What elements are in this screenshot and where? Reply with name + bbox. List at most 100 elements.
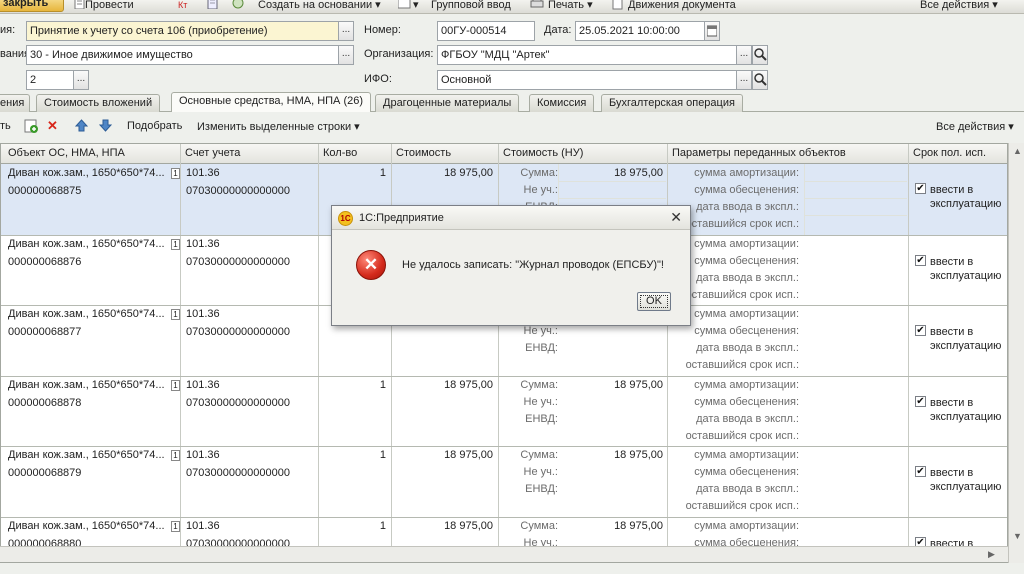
tab-precious-materials[interactable]: Драгоценные материалы bbox=[375, 94, 520, 112]
tab-partial[interactable]: ения bbox=[0, 94, 30, 112]
row-envd-label: ЕНВД: bbox=[525, 342, 558, 354]
row-account: 101.36 bbox=[186, 379, 220, 391]
row-object-name: Диван кож.зам., 1650*650*74... bbox=[8, 308, 165, 320]
tab-investment-cost[interactable]: Стоимость вложений bbox=[36, 94, 161, 112]
document-movements-button[interactable]: Движения документа bbox=[628, 0, 736, 13]
col-cost-nu[interactable]: Стоимость (НУ) bbox=[503, 147, 583, 159]
row-mark: 1 bbox=[171, 450, 180, 461]
row-date-in-label: дата ввода в экспл.: bbox=[696, 483, 799, 495]
commission-checkbox[interactable]: ✔ bbox=[915, 396, 926, 407]
calendar-icon[interactable] bbox=[704, 21, 720, 41]
dialog-titlebar: 1С 1С:Предприятие ✕ bbox=[332, 206, 690, 230]
count-select-button[interactable]: ... bbox=[73, 70, 89, 90]
row-object-name: Диван кож.зам., 1650*650*74... bbox=[8, 449, 165, 461]
scroll-up-icon[interactable]: ▲ bbox=[1013, 146, 1022, 156]
app-logo-icon: 1С bbox=[338, 211, 353, 226]
row-qty: 1 bbox=[379, 167, 386, 179]
row-amort-label: сумма амортизации: bbox=[694, 379, 799, 391]
scroll-down-icon[interactable]: ▼ bbox=[1013, 531, 1022, 541]
operation-select-button[interactable]: ... bbox=[338, 21, 354, 41]
vertical-scrollbar[interactable]: ▲ ▼ bbox=[1008, 143, 1024, 563]
close-icon[interactable]: ✕ bbox=[670, 210, 682, 224]
group-entry-button[interactable]: Групповой ввод bbox=[431, 0, 511, 13]
number-field[interactable]: 00ГУ-000514 bbox=[437, 21, 535, 41]
move-up-icon[interactable] bbox=[74, 119, 89, 135]
commission-checkbox[interactable]: ✔ bbox=[915, 325, 926, 336]
row-mark: 1 bbox=[171, 239, 180, 250]
commission-label-2: эксплуатацию bbox=[930, 198, 1002, 210]
row-cost: 18 975,00 bbox=[444, 167, 493, 179]
row-cost: 18 975,00 bbox=[444, 520, 493, 532]
organization-select-button[interactable]: ... bbox=[736, 45, 752, 65]
organization-search-icon[interactable] bbox=[752, 45, 768, 65]
row-qty: 1 bbox=[379, 449, 386, 461]
delete-icon[interactable]: ✕ bbox=[47, 119, 58, 132]
commission-checkbox[interactable]: ✔ bbox=[915, 183, 926, 194]
report-icon[interactable] bbox=[207, 0, 219, 10]
all-actions-button[interactable]: Все действия ▾ bbox=[920, 0, 998, 13]
row-mark: 1 bbox=[171, 521, 180, 532]
organization-field[interactable]: ФГБОУ "МДЦ "Артек" bbox=[437, 45, 737, 65]
count-field[interactable]: 2 bbox=[26, 70, 74, 90]
error-dialog: 1С 1С:Предприятие ✕ ✕ Не удалось записат… bbox=[331, 205, 691, 326]
row-amort-label: сумма амортизации: bbox=[694, 520, 799, 532]
add-button-partial[interactable]: ть bbox=[0, 120, 11, 132]
create-based-on-button[interactable]: Создать на основании ▾ bbox=[258, 0, 381, 13]
dt-kt-icon[interactable]: Кт bbox=[178, 0, 190, 10]
ifo-label: ИФО: bbox=[364, 73, 392, 85]
col-object[interactable]: Объект ОС, НМА, НПА bbox=[8, 147, 125, 159]
commission-checkbox[interactable]: ✔ bbox=[915, 255, 926, 266]
col-qty[interactable]: Кол-во bbox=[323, 147, 357, 159]
row-amort-label: сумма амортизации: bbox=[694, 449, 799, 461]
table-all-actions-button[interactable]: Все действия ▾ bbox=[936, 120, 1014, 133]
table-row[interactable]: Диван кож.зам., 1650*650*74... 1 0000000… bbox=[1, 446, 1007, 517]
row-not-acc-label: Не уч.: bbox=[523, 396, 558, 408]
row-kps: 07030000000000000 bbox=[186, 256, 291, 268]
tab-fixed-assets[interactable]: Основные средства, НМА, НПА (26) bbox=[171, 92, 372, 112]
change-selected-rows-button[interactable]: Изменить выделенные строки ▾ bbox=[197, 120, 360, 133]
ok-button[interactable]: OK bbox=[637, 292, 671, 311]
scroll-right-icon[interactable]: ▶ bbox=[988, 549, 995, 560]
table-row[interactable]: Диван кож.зам., 1650*650*74... 1 0000000… bbox=[1, 376, 1007, 446]
commission-label: ввести в bbox=[930, 467, 974, 479]
number-label: Номер: bbox=[364, 24, 401, 36]
horizontal-scrollbar[interactable]: ▶ bbox=[0, 546, 1008, 562]
save-close-label: закрыть bbox=[3, 0, 49, 9]
row-sum-label: Сумма: bbox=[520, 167, 558, 179]
add-row-icon[interactable] bbox=[24, 119, 38, 136]
print-button[interactable]: Печать ▾ bbox=[548, 0, 593, 13]
tab-commission[interactable]: Комиссия bbox=[529, 94, 595, 112]
error-icon: ✕ bbox=[356, 250, 386, 280]
ifo-select-button[interactable]: ... bbox=[736, 70, 752, 90]
pick-button[interactable]: Подобрать bbox=[127, 120, 182, 132]
operation-field[interactable]: Принятие к учету со счета 106 (приобрете… bbox=[26, 21, 339, 41]
commission-checkbox[interactable]: ✔ bbox=[915, 466, 926, 477]
ifo-field[interactable]: Основной bbox=[437, 70, 737, 90]
commission-label-2: эксплуатацию bbox=[930, 481, 1002, 493]
group-entry-dropdown[interactable]: ▾ bbox=[413, 0, 419, 13]
commission-label: ввести в bbox=[930, 184, 974, 196]
row-qty: 1 bbox=[379, 379, 386, 391]
row-account: 101.36 bbox=[186, 167, 220, 179]
ifo-search-icon[interactable] bbox=[752, 70, 768, 90]
row-depr-label: сумма обесценения: bbox=[694, 184, 799, 196]
row-sum-value: 18 975,00 bbox=[614, 379, 663, 391]
save-and-close-button[interactable]: закрыть bbox=[0, 0, 64, 12]
col-cost[interactable]: Стоимость bbox=[396, 147, 451, 159]
post-button[interactable]: Провести bbox=[85, 0, 134, 13]
date-field[interactable]: 25.05.2021 10:00:00 bbox=[575, 21, 705, 41]
row-not-acc-label: Не уч.: bbox=[523, 325, 558, 337]
row-depr-label: сумма обесценения: bbox=[694, 325, 799, 337]
col-account[interactable]: Счет учета bbox=[185, 147, 240, 159]
col-term[interactable]: Срок пол. исп. bbox=[913, 147, 986, 159]
commission-label: ввести в bbox=[930, 397, 974, 409]
move-down-icon[interactable] bbox=[98, 119, 113, 135]
print-icon bbox=[530, 0, 544, 9]
account-select-button[interactable]: ... bbox=[338, 45, 354, 65]
tab-accounting-operation[interactable]: Бухгалтерская операция bbox=[601, 94, 743, 112]
row-account: 101.36 bbox=[186, 238, 220, 250]
account-field[interactable]: 30 - Иное движимое имущество bbox=[26, 45, 339, 65]
row-mark: 1 bbox=[171, 309, 180, 320]
col-params[interactable]: Параметры переданных объектов bbox=[672, 147, 846, 159]
row-inventory-number: 000000068879 bbox=[8, 467, 82, 479]
